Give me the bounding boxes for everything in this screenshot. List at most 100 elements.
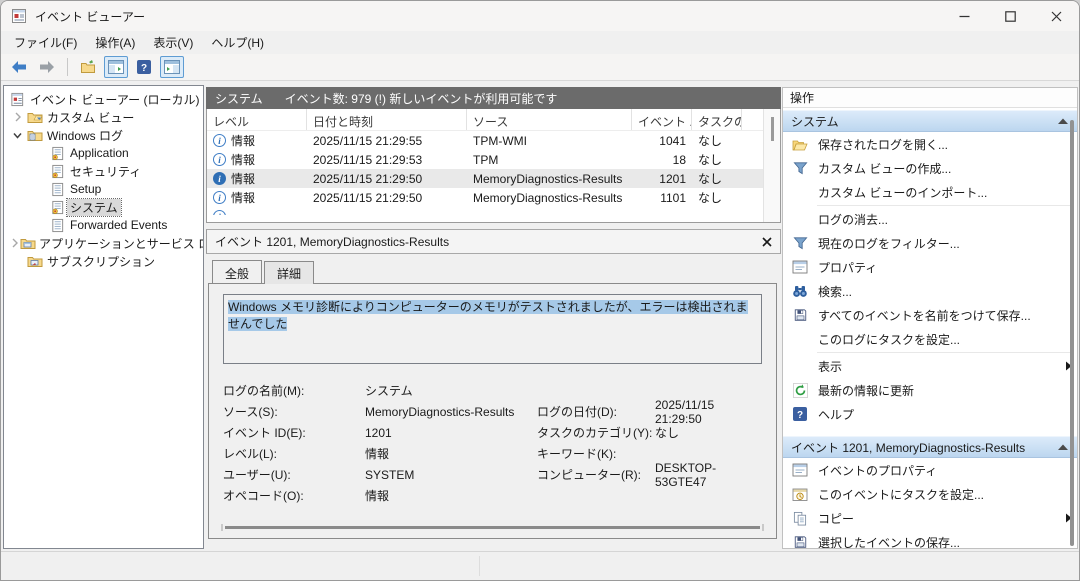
actions-scrollbar[interactable] [1070, 120, 1074, 546]
submenu-arrow-icon [1059, 361, 1077, 371]
open-saved-log-icon[interactable] [76, 56, 100, 78]
event-row-partial[interactable]: i [207, 207, 763, 215]
toolbar: ? [1, 54, 1079, 81]
event-description-box[interactable]: Windows メモリ診断によりコンピューターのメモリがテストされましたが、エラ… [223, 294, 762, 364]
event-viewer-window: イベント ビューアー ファイル(F) 操作(A) 表示(V) ヘルプ(H) [0, 0, 1080, 581]
action-save-selected-events[interactable]: 選択したイベントの保存... [783, 530, 1077, 549]
column-header-datetime[interactable]: 日付と時刻 [307, 109, 467, 130]
info-icon: i [213, 210, 226, 215]
field-label: ユーザー(U): [223, 466, 365, 483]
console-tree-icon[interactable] [104, 56, 128, 78]
app-icon [11, 8, 27, 24]
tree-item-setup[interactable]: Setup [4, 180, 203, 198]
action-attach-task-to-log[interactable]: このログにタスクを設定... [783, 327, 1077, 351]
plain-log-icon [48, 218, 67, 233]
detail-horizontal-scrollbar[interactable] [225, 526, 760, 529]
save-icon [791, 535, 809, 549]
back-icon[interactable] [7, 56, 31, 78]
tab-details[interactable]: 詳細 [264, 261, 314, 284]
column-header-level[interactable]: レベル [207, 109, 307, 130]
tree-item-label: Windows ログ [44, 127, 126, 144]
action-properties[interactable]: プロパティ [783, 255, 1077, 279]
field-label: ソース(S): [223, 403, 365, 420]
field-value: 1201 [365, 426, 537, 440]
field-label: レベル(L): [223, 445, 365, 462]
event-row-selected[interactable]: i情報 2025/11/15 21:29:50 MemoryDiagnostic… [207, 169, 763, 188]
close-icon[interactable] [762, 237, 772, 247]
tree-item-label: アプリケーションとサービス ログ [36, 235, 204, 252]
action-view-submenu[interactable]: 表示 [783, 354, 1077, 378]
event-list-scrollbar[interactable] [763, 109, 780, 222]
tree-item-subscriptions[interactable]: サブスクリプション [4, 252, 203, 270]
chevron-down-icon[interactable] [10, 130, 25, 141]
tree-item-label: カスタム ビュー [44, 109, 137, 126]
tree-item-system[interactable]: システム [4, 198, 203, 216]
event-row[interactable]: i情報 2025/11/15 21:29:50 MemoryDiagnostic… [207, 188, 763, 207]
maximize-button[interactable] [987, 1, 1033, 31]
general-tab-content: Windows メモリ診断によりコンピューターのメモリがテストされましたが、エラ… [208, 283, 777, 539]
menu-action[interactable]: 操作(A) [86, 31, 144, 54]
properties-icon [791, 260, 809, 274]
action-refresh[interactable]: 最新の情報に更新 [783, 378, 1077, 402]
tree-item-application[interactable]: Application [4, 144, 203, 162]
event-list: レベル 日付と時刻 ソース イベント ... タスクの... i情報 2025/… [206, 109, 781, 223]
folder-icon [20, 236, 36, 250]
close-button[interactable] [1033, 1, 1079, 31]
forward-icon[interactable] [35, 56, 59, 78]
field-label: ログの日付(D): [537, 403, 655, 420]
action-help[interactable]: ? ヘルプ [783, 402, 1077, 426]
tree-item-windows-logs[interactable]: Windows ログ [4, 126, 203, 144]
column-header-event-id[interactable]: イベント ... [632, 109, 692, 130]
menu-file[interactable]: ファイル(F) [5, 31, 86, 54]
action-pane-icon[interactable] [160, 56, 184, 78]
event-fields: ログの名前(M): システム ソース(S): MemoryDiagnostics… [223, 380, 762, 506]
menu-bar: ファイル(F) 操作(A) 表示(V) ヘルプ(H) [1, 31, 1079, 54]
field-label: キーワード(K): [537, 445, 655, 462]
action-find[interactable]: 検索... [783, 279, 1077, 303]
events-header-log-name: システム [215, 90, 263, 107]
chevron-right-icon[interactable] [10, 111, 25, 123]
tree-item-root[interactable]: イベント ビューアー (ローカル) [4, 90, 203, 108]
chevron-right-icon[interactable] [10, 237, 20, 249]
column-header-task[interactable]: タスクの... [692, 109, 742, 130]
help-icon[interactable]: ? [132, 56, 156, 78]
tree-item-label: Application [67, 146, 132, 160]
event-list-header: レベル 日付と時刻 ソース イベント ... タスクの... [207, 109, 763, 131]
tree-item-custom-views[interactable]: カスタム ビュー [4, 108, 203, 126]
action-filter-current-log[interactable]: 現在のログをフィルター... [783, 231, 1077, 255]
action-copy[interactable]: コピー [783, 506, 1077, 530]
collapse-icon[interactable] [1057, 117, 1069, 125]
field-value: SYSTEM [365, 468, 537, 482]
action-save-all-events-as[interactable]: すべてのイベントを名前をつけて保存... [783, 303, 1077, 327]
actions-separator [817, 205, 1071, 206]
tree-item-forwarded-events[interactable]: Forwarded Events [4, 216, 203, 234]
tree-item-security[interactable]: セキュリティ [4, 162, 203, 180]
action-import-custom-view[interactable]: カスタム ビューのインポート... [783, 180, 1077, 204]
minimize-button[interactable] [941, 1, 987, 31]
properties-icon [791, 463, 809, 477]
field-value: なし [655, 424, 762, 441]
folder-icon [25, 128, 44, 142]
action-create-custom-view[interactable]: カスタム ビューの作成... [783, 156, 1077, 180]
tab-general[interactable]: 全般 [212, 260, 262, 283]
action-attach-task-to-event[interactable]: このイベントにタスクを設定... [783, 482, 1077, 506]
event-log-icon [48, 146, 67, 161]
actions-section-system-header[interactable]: システム [783, 110, 1077, 132]
info-icon: i [213, 191, 226, 204]
tree-item-apps-services-logs[interactable]: アプリケーションとサービス ログ [4, 234, 203, 252]
menu-help[interactable]: ヘルプ(H) [202, 31, 273, 54]
subscription-icon [25, 254, 44, 268]
event-row[interactable]: i情報 2025/11/15 21:29:53 TPM 18 なし [207, 150, 763, 169]
menu-view[interactable]: 表示(V) [144, 31, 202, 54]
column-header-source[interactable]: ソース [467, 109, 632, 130]
event-row[interactable]: i情報 2025/11/15 21:29:55 TPM-WMI 1041 なし [207, 131, 763, 150]
collapse-icon[interactable] [1057, 443, 1069, 451]
title-bar: イベント ビューアー [1, 1, 1079, 31]
refresh-icon [791, 383, 809, 398]
info-icon: i [213, 153, 226, 166]
action-clear-log[interactable]: ログの消去... [783, 207, 1077, 231]
action-event-properties[interactable]: イベントのプロパティ [783, 458, 1077, 482]
actions-section-event-header[interactable]: イベント 1201, MemoryDiagnostics-Results [783, 436, 1077, 458]
actions-title: 操作 [783, 88, 1077, 108]
action-open-saved-log[interactable]: 保存されたログを開く... [783, 132, 1077, 156]
